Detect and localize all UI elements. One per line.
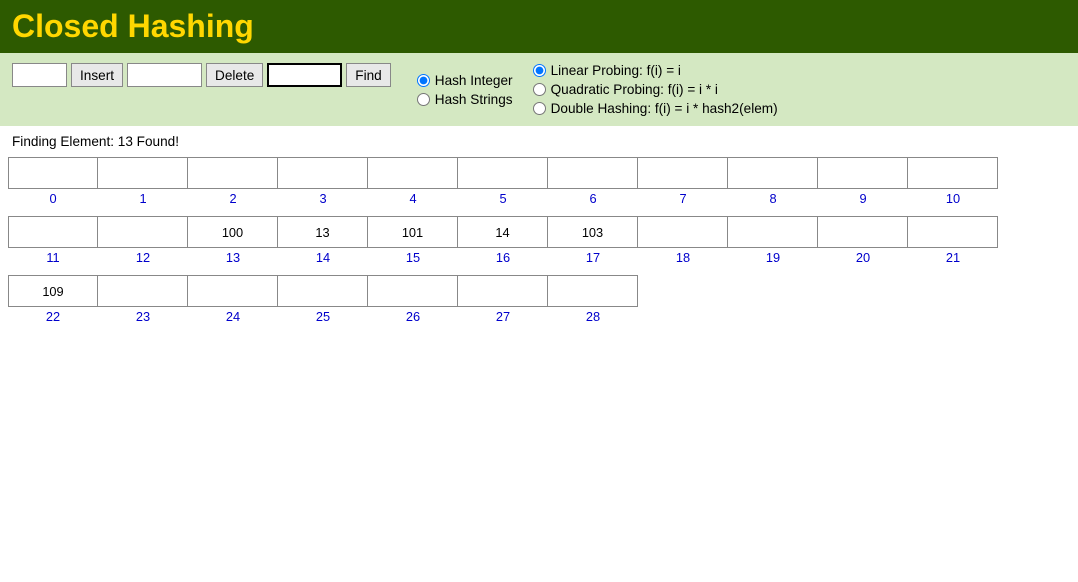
label-r2-0: 22 bbox=[8, 307, 98, 326]
cell-r2-c4 bbox=[368, 275, 458, 307]
cell-r2-c2 bbox=[188, 275, 278, 307]
label-r1-8: 19 bbox=[728, 248, 818, 267]
cell-r1-c0 bbox=[8, 216, 98, 248]
label-r0-4: 4 bbox=[368, 189, 458, 208]
hash-type-group: Hash Integer Hash Strings bbox=[417, 73, 513, 107]
label-r0-9: 9 bbox=[818, 189, 908, 208]
label-r2-5: 27 bbox=[458, 307, 548, 326]
cell-r1-c9 bbox=[818, 216, 908, 248]
label-r2-4: 26 bbox=[368, 307, 458, 326]
cell-r1-c4: 101 bbox=[368, 216, 458, 248]
label-r1-9: 20 bbox=[818, 248, 908, 267]
hash-strings-radio[interactable] bbox=[417, 93, 430, 106]
label-r1-10: 21 bbox=[908, 248, 998, 267]
insert-input[interactable] bbox=[12, 63, 67, 87]
label-r0-0: 0 bbox=[8, 189, 98, 208]
status-bar: Finding Element: 13 Found! bbox=[0, 126, 1078, 157]
quadratic-probing-option[interactable]: Quadratic Probing: f(i) = i * i bbox=[533, 82, 778, 97]
header: Closed Hashing bbox=[0, 0, 1078, 53]
cell-r1-c6: 103 bbox=[548, 216, 638, 248]
cell-r0-c1 bbox=[98, 157, 188, 189]
cell-r2-c0: 109 bbox=[8, 275, 98, 307]
label-r2-3: 25 bbox=[278, 307, 368, 326]
find-button[interactable]: Find bbox=[346, 63, 390, 87]
hash-integer-option[interactable]: Hash Integer bbox=[417, 73, 513, 88]
hash-integer-radio[interactable] bbox=[417, 74, 430, 87]
quadratic-probing-radio[interactable] bbox=[533, 83, 546, 96]
label-r0-7: 7 bbox=[638, 189, 728, 208]
label-r1-5: 16 bbox=[458, 248, 548, 267]
cell-r0-c0 bbox=[8, 157, 98, 189]
label-r2-6: 28 bbox=[548, 307, 638, 326]
double-hashing-option[interactable]: Double Hashing: f(i) = i * hash2(elem) bbox=[533, 101, 778, 116]
label-r0-8: 8 bbox=[728, 189, 818, 208]
label-r1-6: 17 bbox=[548, 248, 638, 267]
cell-r2-c5 bbox=[458, 275, 548, 307]
cell-r1-c10 bbox=[908, 216, 998, 248]
cell-r2-c1 bbox=[98, 275, 188, 307]
hash-table: 0123456789101001310114103111213141516171… bbox=[0, 157, 1078, 326]
label-r1-1: 12 bbox=[98, 248, 188, 267]
cell-r0-c10 bbox=[908, 157, 998, 189]
cell-r2-c6 bbox=[548, 275, 638, 307]
label-r1-7: 18 bbox=[638, 248, 728, 267]
find-input[interactable] bbox=[267, 63, 342, 87]
label-r0-5: 5 bbox=[458, 189, 548, 208]
label-r0-1: 1 bbox=[98, 189, 188, 208]
linear-probing-radio[interactable] bbox=[533, 64, 546, 77]
hash-row-1: 10013101141031112131415161718192021 bbox=[8, 216, 1070, 267]
status-text: Finding Element: 13 Found! bbox=[12, 134, 179, 149]
options-panel: Hash Integer Hash Strings Linear Probing… bbox=[417, 63, 778, 116]
cell-r0-c3 bbox=[278, 157, 368, 189]
cell-r0-c2 bbox=[188, 157, 278, 189]
probing-group: Linear Probing: f(i) = i Quadratic Probi… bbox=[533, 63, 778, 116]
cell-r1-c1 bbox=[98, 216, 188, 248]
label-r0-6: 6 bbox=[548, 189, 638, 208]
cell-r1-c3: 13 bbox=[278, 216, 368, 248]
cell-r0-c4 bbox=[368, 157, 458, 189]
linear-probing-option[interactable]: Linear Probing: f(i) = i bbox=[533, 63, 778, 78]
delete-button[interactable]: Delete bbox=[206, 63, 263, 87]
label-r1-3: 14 bbox=[278, 248, 368, 267]
label-r2-1: 23 bbox=[98, 307, 188, 326]
label-r0-10: 10 bbox=[908, 189, 998, 208]
cell-r1-c8 bbox=[728, 216, 818, 248]
cell-r2-c3 bbox=[278, 275, 368, 307]
label-r2-2: 24 bbox=[188, 307, 278, 326]
hash-row-2: 10922232425262728 bbox=[8, 275, 1070, 326]
hash-strings-option[interactable]: Hash Strings bbox=[417, 92, 513, 107]
page-title: Closed Hashing bbox=[12, 8, 1066, 45]
cell-r0-c8 bbox=[728, 157, 818, 189]
cell-r1-c7 bbox=[638, 216, 728, 248]
label-r1-2: 13 bbox=[188, 248, 278, 267]
toolbar-controls: Insert Delete Find bbox=[12, 63, 391, 87]
cell-r1-c5: 14 bbox=[458, 216, 548, 248]
insert-button[interactable]: Insert bbox=[71, 63, 123, 87]
cell-r1-c2: 100 bbox=[188, 216, 278, 248]
cell-r0-c9 bbox=[818, 157, 908, 189]
cell-r0-c7 bbox=[638, 157, 728, 189]
label-r1-4: 15 bbox=[368, 248, 458, 267]
hash-row-0: 012345678910 bbox=[8, 157, 1070, 208]
delete-input[interactable] bbox=[127, 63, 202, 87]
cell-r0-c6 bbox=[548, 157, 638, 189]
double-hashing-radio[interactable] bbox=[533, 102, 546, 115]
toolbar: Insert Delete Find Hash Integer Hash Str… bbox=[0, 53, 1078, 126]
label-r0-2: 2 bbox=[188, 189, 278, 208]
label-r0-3: 3 bbox=[278, 189, 368, 208]
hash-type-row: Hash Integer Hash Strings Linear Probing… bbox=[417, 63, 778, 116]
cell-r0-c5 bbox=[458, 157, 548, 189]
label-r1-0: 11 bbox=[8, 248, 98, 267]
